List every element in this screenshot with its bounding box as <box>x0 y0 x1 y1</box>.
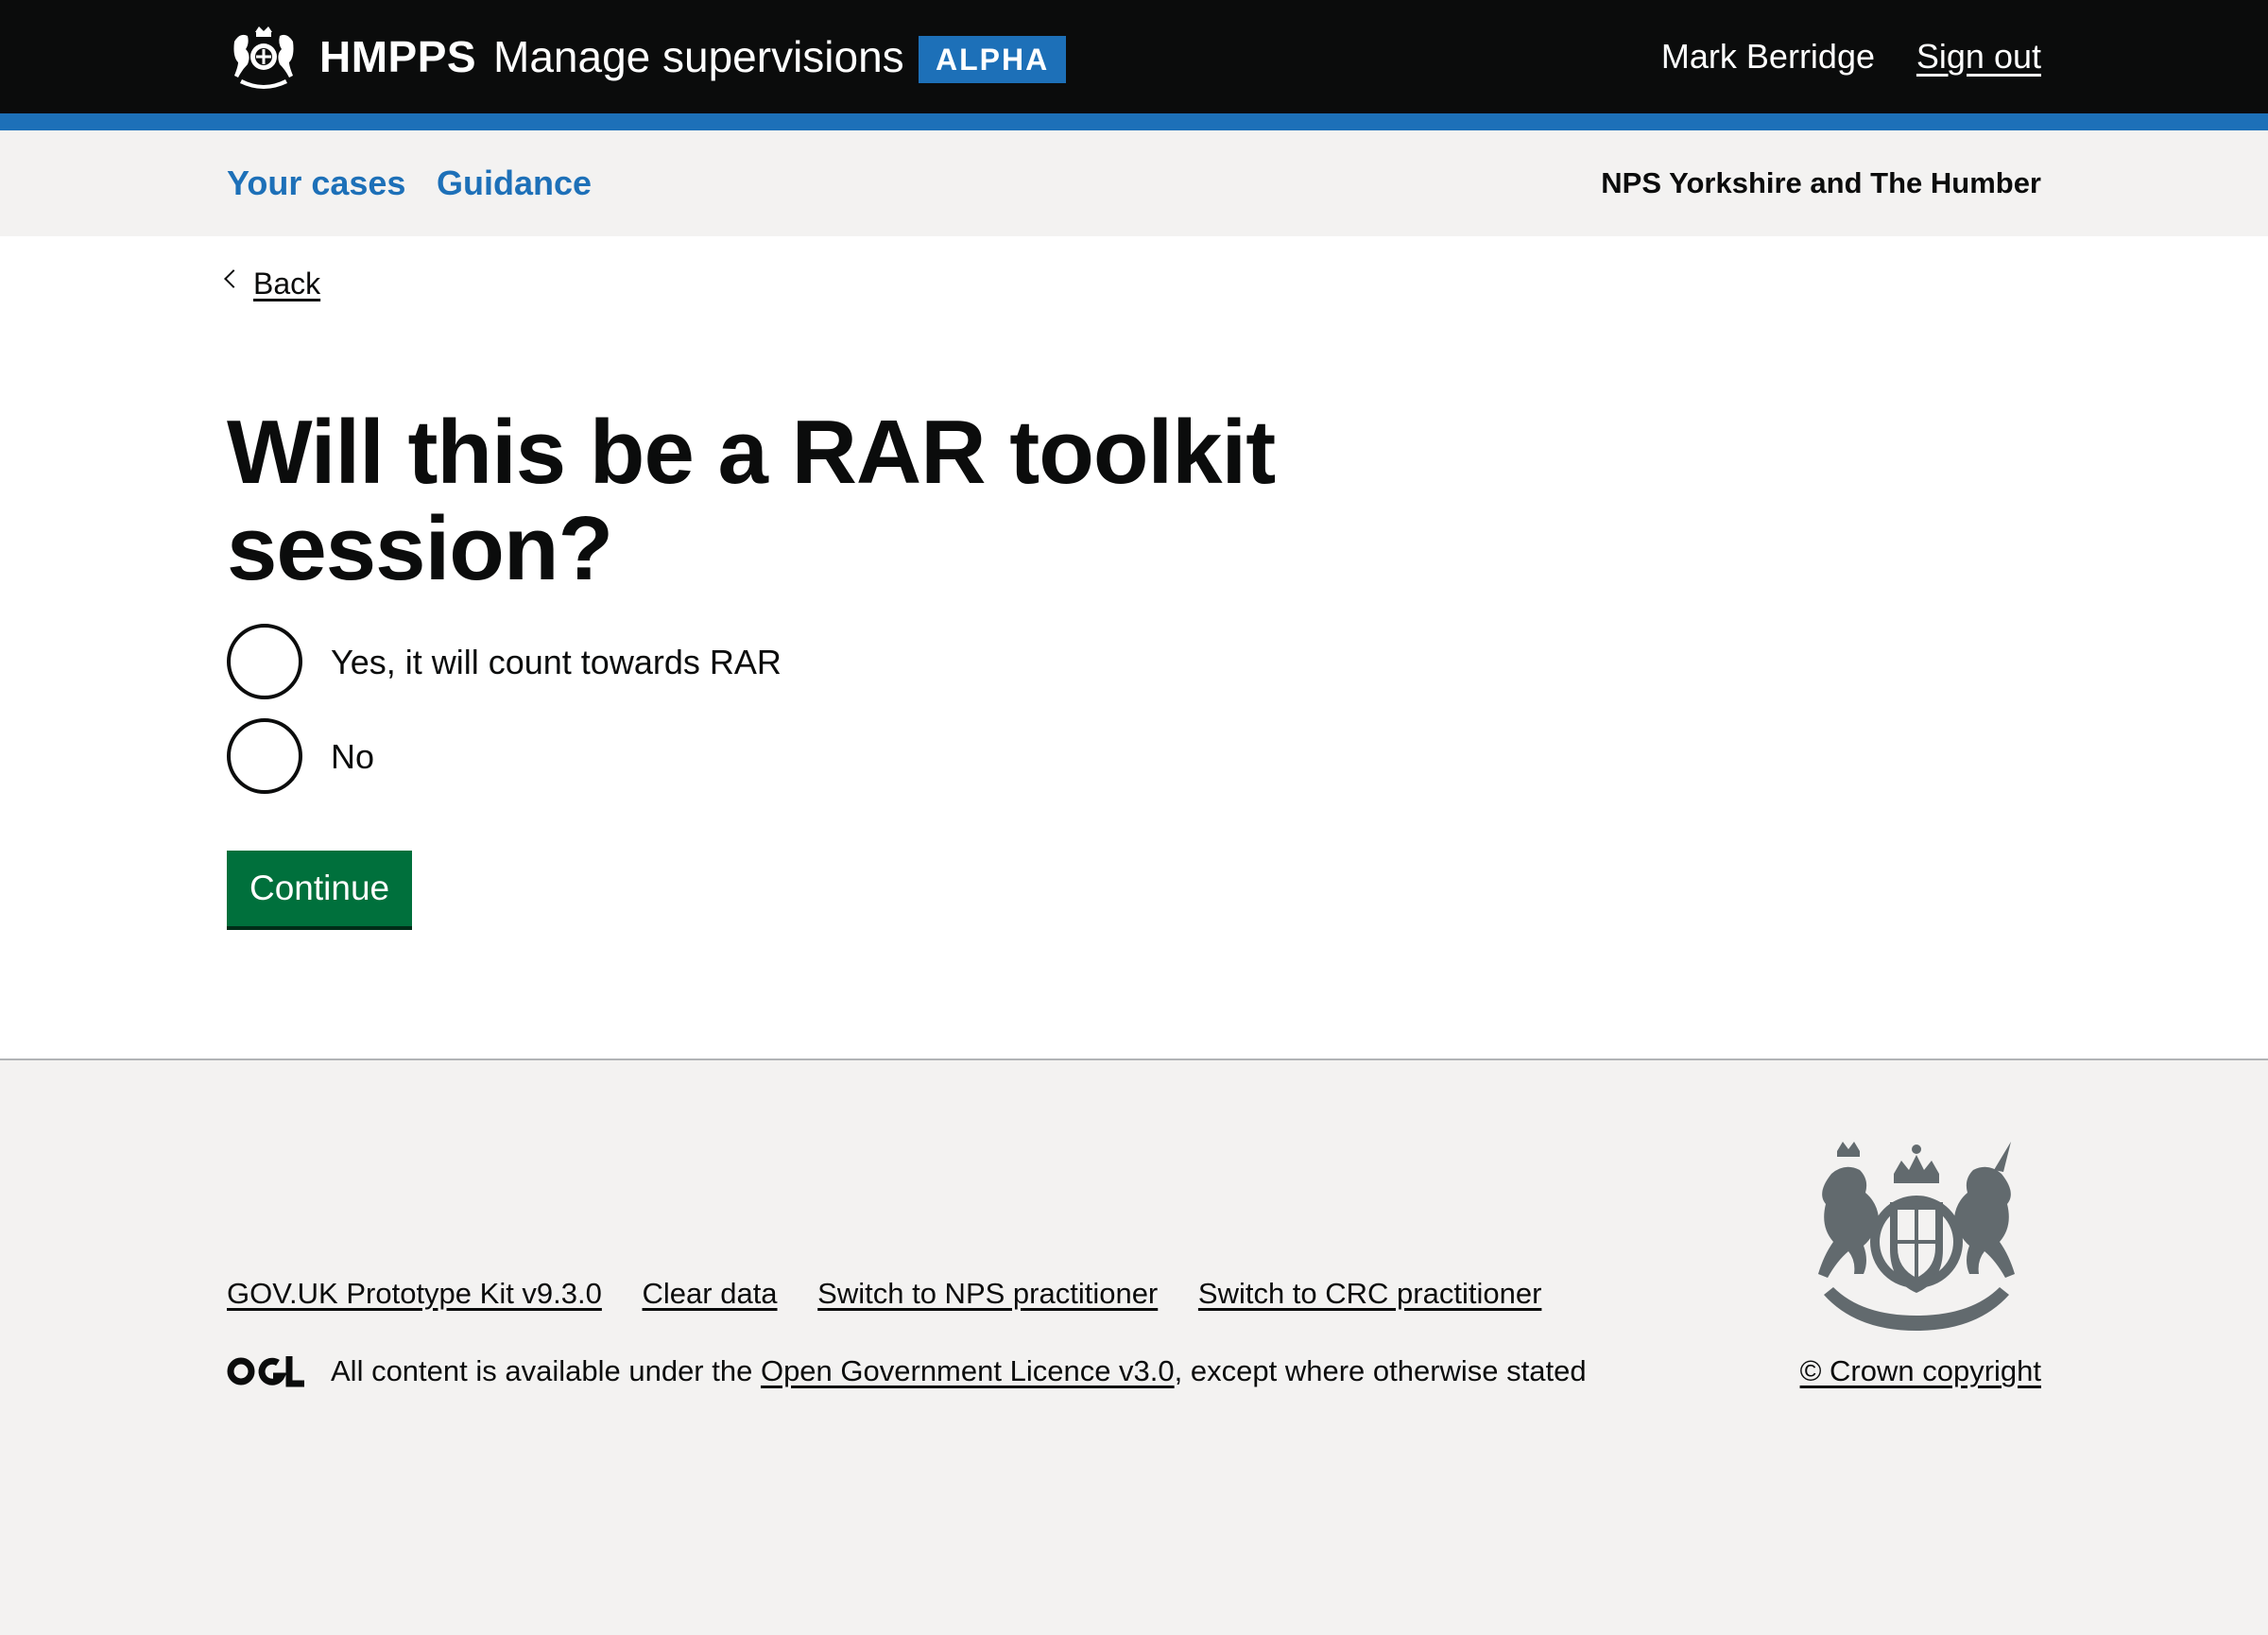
main-content: Back Will this be a RAR toolkit session?… <box>0 236 2268 1058</box>
site-footer: GOV.UK Prototype Kit v9.3.0 Clear data S… <box>0 1058 2268 1635</box>
ogl-logo-icon <box>227 1356 304 1387</box>
user-name: Mark Berridge <box>1660 37 1875 76</box>
phase-tag: ALPHA <box>919 36 1067 83</box>
licence-suffix: , except where otherwise stated <box>1174 1354 1587 1387</box>
footer-link-switch-nps[interactable]: Switch to NPS practitioner <box>817 1277 1158 1310</box>
service-name[interactable]: Manage supervisions <box>493 28 904 85</box>
royal-coat-of-arms-icon <box>1818 1142 2015 1331</box>
radio-label[interactable]: No <box>331 733 374 781</box>
page-title: Will this be a RAR toolkit session? <box>227 402 1276 599</box>
footer-link-prototype-kit[interactable]: GOV.UK Prototype Kit v9.3.0 <box>227 1277 602 1310</box>
back-link-label: Back <box>253 267 321 301</box>
nav-item-your-cases[interactable]: Your cases <box>227 159 405 208</box>
sign-out-link[interactable]: Sign out <box>1916 32 2041 81</box>
back-link[interactable]: Back <box>224 261 321 306</box>
region-label: NPS Yorkshire and The Humber <box>1601 166 2041 199</box>
footer-link-clear-data[interactable]: Clear data <box>643 1277 778 1310</box>
nav-item-guidance[interactable]: Guidance <box>437 159 592 208</box>
licence-link[interactable]: Open Government Licence v3.0 <box>761 1354 1175 1387</box>
continue-button[interactable]: Continue <box>227 851 413 926</box>
royal-crest-icon <box>233 26 294 89</box>
crown-copyright-link[interactable]: © Crown copyright <box>1800 1350 2041 1393</box>
footer-link-switch-crc[interactable]: Switch to CRC practitioner <box>1198 1277 1542 1310</box>
footer-links: GOV.UK Prototype Kit v9.3.0 Clear data S… <box>227 1272 1573 1316</box>
header-accent-bar <box>0 113 2268 130</box>
brand-name[interactable]: HMPPS <box>319 28 476 85</box>
chevron-left-icon <box>224 269 243 288</box>
radio-label[interactable]: Yes, it will count towards RAR <box>331 639 782 686</box>
radio-button[interactable] <box>227 718 302 794</box>
licence-text: All content is available under the Open … <box>331 1350 1587 1393</box>
site-header: HMPPS Manage supervisions ALPHA Mark Ber… <box>0 0 2268 113</box>
licence-prefix: All content is available under the <box>331 1354 761 1387</box>
radio-button[interactable] <box>227 624 302 699</box>
primary-navigation: Your cases Guidance NPS Yorkshire and Th… <box>0 130 2268 236</box>
